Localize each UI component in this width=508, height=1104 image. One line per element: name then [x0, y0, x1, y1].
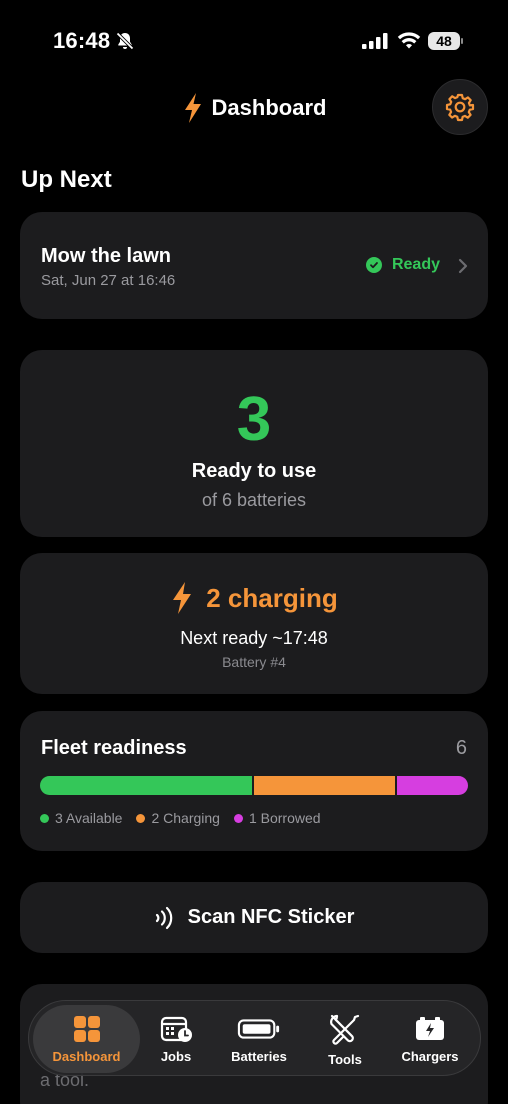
scan-nfc-button[interactable]: Scan NFC Sticker — [20, 882, 488, 953]
job-title: Mow the lawn — [41, 245, 171, 267]
tab-label: Chargers — [401, 1048, 459, 1064]
nfc-waves-icon — [155, 906, 172, 929]
legend-item: 2 Charging — [136, 810, 220, 826]
tab-chargers[interactable]: Chargers — [391, 1001, 469, 1077]
ready-sublabel: of 6 batteries — [201, 490, 307, 510]
legend-item: 3 Available — [40, 810, 122, 826]
fleet-total: 6 — [455, 737, 467, 759]
up-next-job-card[interactable]: Mow the lawn Sat, Jun 27 at 16:46 Ready — [20, 212, 488, 319]
charger-icon — [416, 1016, 444, 1040]
next-ready-time: Next ready ~17:48 — [180, 628, 328, 648]
charging-header: 2 charging — [20, 581, 488, 615]
legend-label: 3 Available — [55, 810, 123, 826]
cellular-signal-icon — [362, 33, 388, 49]
legend-dot — [40, 813, 49, 823]
ready-label: Ready to use — [191, 460, 317, 482]
fleet-bar-segment — [252, 776, 396, 795]
dashboard-grid-icon — [73, 1015, 100, 1042]
page-title: Dashboard — [182, 88, 327, 128]
tab-dashboard[interactable]: Dashboard — [33, 1005, 140, 1073]
job-date: Sat, Jun 27 at 16:46 — [41, 272, 176, 289]
tab-tools[interactable]: Tools — [312, 1001, 378, 1077]
wrench-screwdriver-icon — [330, 1014, 360, 1045]
status-bar: 16:48 48 — [0, 0, 508, 80]
ready-count: 3 — [236, 385, 272, 454]
status-time: 16:48 — [53, 28, 111, 53]
legend-dot — [136, 813, 146, 823]
page-title-text: Dashboard — [211, 95, 327, 120]
wifi-icon — [397, 32, 421, 49]
fleet-bar-segment — [40, 776, 252, 795]
scan-nfc-label: Scan NFC Sticker — [187, 906, 355, 928]
fleet-progress-bar — [40, 776, 468, 795]
fleet-legend: 3 Available 2 Charging 1 Borrowed — [40, 810, 321, 826]
charging-card[interactable]: 2 charging Next ready ~17:48 Battery #4 — [20, 553, 488, 694]
gear-icon — [445, 93, 475, 122]
battery-icon — [237, 1018, 280, 1039]
tab-label: Tools — [328, 1051, 362, 1067]
next-ready-battery: Battery #4 — [222, 654, 286, 670]
job-status: Ready — [365, 256, 440, 274]
legend-label: 2 Charging — [151, 810, 220, 826]
tab-bar: Dashboard Jobs Batteries Tools Chargers — [28, 1000, 481, 1076]
fleet-readiness-card[interactable]: Fleet readiness 6 3 Available 2 Charging 1… — [20, 711, 488, 851]
chevron-right-icon — [458, 258, 468, 274]
legend-dot — [233, 813, 243, 823]
tab-label: Dashboard — [52, 1048, 121, 1064]
lightning-bolt-icon — [173, 582, 192, 614]
section-title-up-next: Up Next — [21, 166, 112, 193]
tab-jobs[interactable]: Jobs — [146, 1001, 206, 1077]
fleet-title: Fleet readiness — [41, 737, 187, 759]
fleet-bar-segment — [395, 776, 468, 795]
battery-status-icon: 48 — [428, 31, 464, 51]
charging-count-label: 2 charging — [206, 582, 338, 613]
bell-muted-icon — [116, 32, 134, 50]
tab-label: Jobs — [160, 1048, 192, 1064]
calendar-clock-icon — [160, 1016, 192, 1042]
job-status-label: Ready — [391, 256, 440, 273]
checkmark-circle-icon — [365, 257, 382, 273]
legend-item: 1 Borrowed — [233, 810, 321, 826]
tab-batteries[interactable]: Batteries — [219, 1001, 299, 1077]
ready-batteries-card[interactable]: 3 Ready to use of 6 batteries — [20, 350, 488, 537]
settings-button[interactable] — [432, 79, 488, 135]
lightning-bolt-icon — [184, 93, 201, 123]
battery-level: 48 — [428, 32, 460, 50]
legend-label: 1 Borrowed — [248, 810, 321, 826]
tab-label: Batteries — [231, 1048, 287, 1064]
